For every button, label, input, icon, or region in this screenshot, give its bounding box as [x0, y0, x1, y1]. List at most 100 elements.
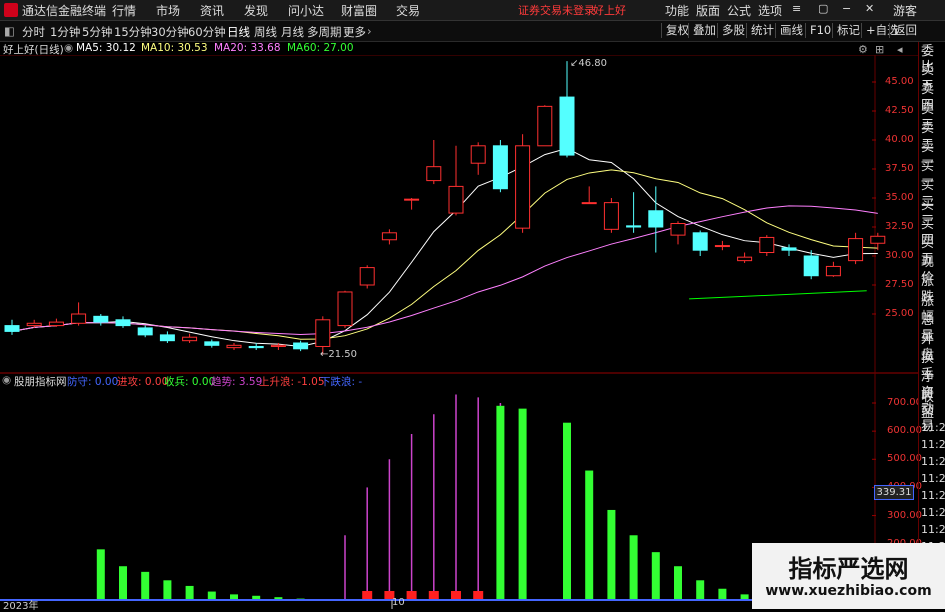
period-5min[interactable]: 5分钟	[82, 24, 112, 40]
candle-body	[226, 344, 242, 349]
period-toolbar: ◧ 分时 1分钟 5分钟 15分钟 30分钟 60分钟 日线 周线 月线 多周期…	[0, 21, 945, 42]
btn-huaxian[interactable]: 画线	[775, 23, 807, 38]
app-logo-icon	[4, 3, 18, 17]
candle-body	[293, 342, 309, 350]
candle-body	[515, 145, 531, 229]
indicator-tick: 600.00	[887, 425, 922, 437]
trade-row-label: 11:28	[921, 472, 945, 485]
high-price-label: ↙46.80	[570, 58, 607, 69]
volume-bar	[207, 591, 216, 600]
menu-gongshi[interactable]: 公式	[727, 2, 751, 19]
candle-body	[137, 327, 153, 336]
menu-jiaoyi[interactable]: 交易	[396, 2, 420, 19]
candle-body	[714, 245, 730, 248]
period-multi[interactable]: 多周期	[307, 24, 342, 40]
price-tick: 35.00	[885, 192, 914, 203]
menu-banmian[interactable]: 版面	[696, 2, 720, 19]
candle-body	[781, 247, 797, 251]
period-more[interactable]: 更多	[343, 24, 366, 40]
period-30min[interactable]: 30分钟	[151, 24, 189, 40]
volume-bar	[185, 585, 194, 600]
period-monthly[interactable]: 月线	[281, 24, 304, 40]
btn-biaoji[interactable]: 标记	[832, 23, 864, 38]
volume-bar	[651, 552, 660, 600]
watermark-box: 指标严选网 www.xuezhibiao.com	[752, 543, 945, 609]
period-weekly[interactable]: 周线	[254, 24, 277, 40]
close-icon[interactable]: ✕	[865, 2, 874, 15]
candle-body	[93, 315, 109, 323]
indicator-tick: 300.00	[887, 509, 922, 521]
period-1min[interactable]: 1分钟	[50, 24, 80, 40]
candle-body	[115, 319, 131, 327]
candle-body	[448, 185, 464, 214]
price-tick: 37.50	[885, 163, 914, 174]
btn-f10[interactable]: F10	[805, 23, 835, 38]
menu-hangqing[interactable]: 行情	[112, 2, 136, 19]
volume-bar	[496, 405, 505, 600]
attack-bar	[451, 591, 461, 600]
app-name: 通达信金融终端	[22, 4, 107, 18]
price-tick: 45.00	[885, 76, 914, 87]
candle-body	[270, 344, 286, 347]
candle-body	[626, 225, 642, 228]
period-60min[interactable]: 60分钟	[188, 24, 226, 40]
btn-fanhui[interactable]: 返回	[889, 23, 921, 38]
volume-bar	[563, 422, 571, 600]
menu-gongneng[interactable]: 功能	[665, 2, 689, 19]
menu-xuanxiang[interactable]: 选项	[758, 2, 782, 19]
indicator-tick: 500.00	[887, 453, 922, 465]
candle-body	[381, 232, 397, 241]
candle-body	[759, 236, 775, 254]
watermark-url: www.xuezhibiao.com	[765, 583, 932, 599]
period-fenshi[interactable]: 分时	[22, 24, 45, 40]
btn-diejia[interactable]: 叠加	[688, 23, 720, 38]
indicator-menu-icon[interactable]: ◉	[2, 374, 11, 386]
price-tick: 27.50	[885, 279, 914, 290]
minimize-icon[interactable]: −	[842, 2, 851, 15]
x-axis-year: 2023年	[3, 601, 39, 612]
menu-wenxiaoda[interactable]: 问小达	[288, 2, 324, 19]
restore-icon[interactable]: ▢	[818, 2, 828, 15]
period-15min[interactable]: 15分钟	[114, 24, 152, 40]
indicator-name[interactable]: 股朋指标网	[14, 374, 67, 389]
login-warning: 证券交易未登录	[518, 4, 595, 17]
indicator-defense: 防守: 0.00	[67, 376, 119, 388]
menu-zixun[interactable]: 资讯	[200, 2, 224, 19]
price-tick: 42.50	[885, 105, 914, 116]
ma20-label: MA20: 33.68	[214, 42, 281, 54]
watermark-title: 指标严选网	[788, 555, 909, 583]
chevron-right-icon[interactable]: ›	[367, 24, 372, 38]
ma20-line	[11, 205, 878, 336]
volume-bar	[629, 535, 638, 600]
guest-label[interactable]: 游客	[893, 2, 917, 19]
candle-body	[159, 334, 175, 342]
trade-row-label: 11:28	[921, 523, 945, 536]
menu-caifuquan[interactable]: 财富圈	[341, 2, 377, 19]
menu-shichang[interactable]: 市场	[156, 2, 180, 19]
volume-bar	[674, 566, 682, 600]
price-tick: 40.00	[885, 134, 914, 145]
candle-body	[48, 321, 64, 327]
volume-bar	[718, 588, 727, 600]
menu-faxian[interactable]: 发现	[244, 2, 268, 19]
candle-body	[359, 267, 375, 286]
attack-bar	[406, 591, 417, 600]
back-icon[interactable]: ◧	[4, 24, 15, 38]
trade-row-label: 11:28	[921, 489, 945, 502]
low-price-label: ←21.50	[320, 349, 357, 360]
candle-body	[825, 265, 841, 277]
ma5-line	[11, 147, 878, 347]
price-tick: 32.50	[885, 221, 914, 232]
period-daily[interactable]: 日线	[227, 24, 250, 40]
candle-body	[803, 255, 819, 277]
candle-body	[648, 210, 664, 228]
btn-duogu[interactable]: 多股	[717, 23, 749, 38]
price-tick: 30.00	[885, 250, 914, 261]
candle-body	[603, 202, 619, 230]
candle-body	[26, 322, 42, 327]
btn-tongji[interactable]: 统计	[746, 23, 778, 38]
window-menu-icon[interactable]: ≡	[792, 2, 801, 15]
login-link[interactable]: 好上好	[593, 2, 626, 18]
title-bar: 通达信金融终端 行情 市场 资讯 发现 问小达 财富圈 交易 证券交易未登录 好…	[0, 0, 945, 21]
collapse-icon[interactable]: ◉	[64, 42, 73, 54]
